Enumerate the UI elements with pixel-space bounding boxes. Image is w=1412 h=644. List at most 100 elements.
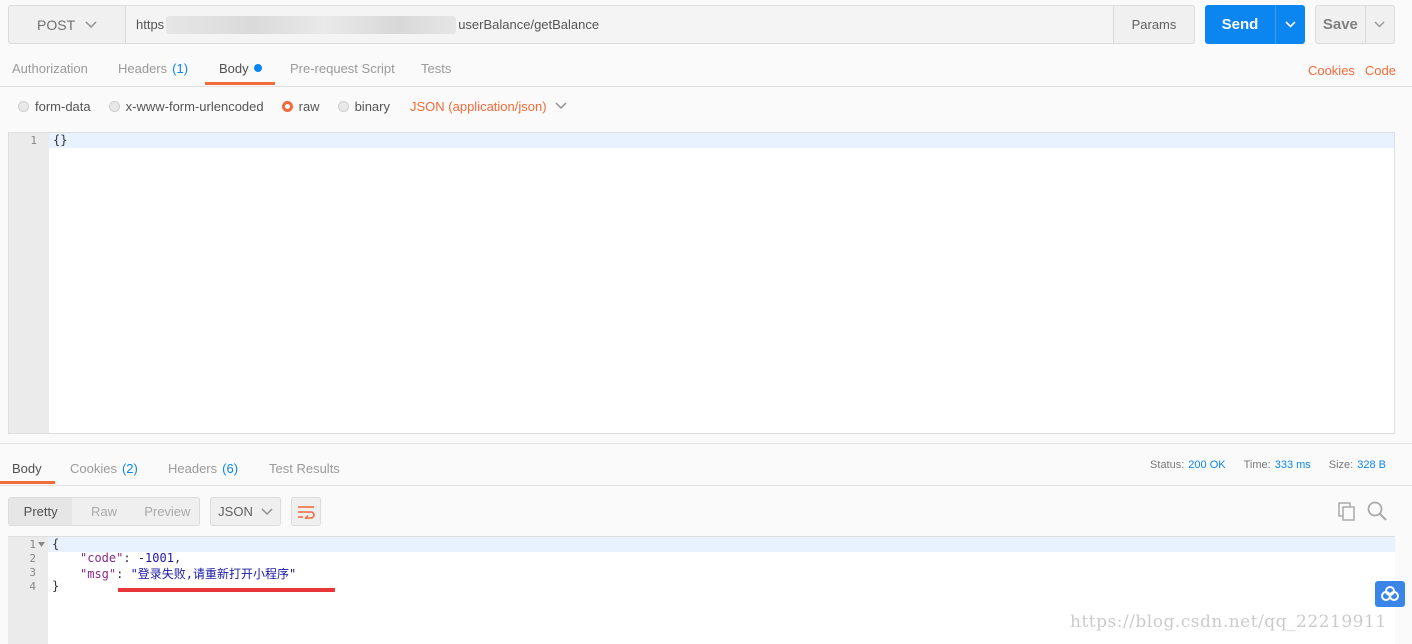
save-dropdown-button[interactable]	[1364, 6, 1394, 43]
radio-icon	[108, 100, 120, 112]
chevron-down-icon	[555, 102, 567, 110]
tab-label: Body	[219, 60, 249, 76]
code-line: {	[52, 537, 60, 551]
status-stat: Status: 200 OK	[1150, 459, 1226, 471]
tab-label: Headers	[168, 460, 218, 476]
active-line-highlight	[48, 537, 1395, 552]
tab-label: Tests	[421, 60, 452, 76]
send-dropdown-button[interactable]	[1275, 5, 1305, 44]
url-prefix: https	[136, 17, 165, 32]
active-line-highlight	[49, 133, 1394, 148]
body-type-selector: form-data x-www-form-urlencoded raw bina…	[18, 94, 567, 118]
json-number: -1001	[137, 551, 174, 565]
status-value: 200 OK	[1188, 459, 1226, 471]
code-link[interactable]: Code	[1365, 63, 1396, 78]
request-links: Cookies Code	[1308, 50, 1396, 90]
json-key: "msg"	[80, 567, 117, 581]
url-redacted-region	[166, 15, 457, 34]
tab-authorization[interactable]: Authorization	[12, 50, 88, 86]
cloud-link-icon	[1381, 586, 1399, 601]
tab-tests[interactable]: Tests	[421, 50, 451, 86]
watermark: https://blog.csdn.net/qq_22219911	[1070, 612, 1387, 632]
tab-label: Body	[12, 460, 42, 476]
time-value: 333 ms	[1274, 459, 1311, 471]
stat-label: Size:	[1328, 459, 1354, 471]
tab-body[interactable]: Body	[219, 50, 262, 86]
method-select[interactable]: POST	[9, 6, 126, 43]
radio-x-www-form-urlencoded[interactable]: x-www-form-urlencoded	[108, 98, 264, 114]
raw-button[interactable]: Raw	[72, 498, 135, 525]
chevron-down-icon	[1285, 21, 1296, 28]
chevron-down-icon	[85, 20, 97, 28]
tab-label: Authorization	[12, 60, 88, 76]
tab-label: Cookies	[70, 460, 117, 476]
tab-label: Headers	[118, 60, 168, 76]
tab-label: Test Results	[269, 460, 340, 476]
pretty-button[interactable]: Pretty	[9, 498, 73, 525]
code-line: "code": -1001,	[80, 551, 182, 565]
stat-label: Time:	[1243, 459, 1271, 471]
tab-headers[interactable]: Headers (1)	[118, 50, 188, 86]
wrap-lines-button[interactable]	[291, 497, 321, 526]
radio-raw[interactable]: raw	[281, 98, 320, 114]
line-number: 4	[29, 580, 36, 593]
tab-pre-request-script[interactable]: Pre-request Script	[290, 50, 395, 86]
line-number: 1	[29, 538, 36, 551]
radio-icon	[337, 100, 349, 112]
save-button[interactable]: Save	[1316, 6, 1365, 43]
chevron-down-icon	[261, 507, 273, 515]
response-format-dropdown[interactable]: JSON	[210, 497, 281, 526]
send-button[interactable]: Send	[1205, 5, 1275, 44]
active-tab-indicator	[0, 481, 55, 484]
content-type-dropdown[interactable]: JSON (application/json)	[410, 99, 567, 114]
stat-label: Status:	[1150, 459, 1185, 471]
send-button-group: Send	[1205, 5, 1305, 44]
line-number: 1	[30, 134, 37, 147]
response-tab-headers[interactable]: Headers (6)	[168, 450, 238, 486]
params-button[interactable]: Params	[1113, 6, 1194, 43]
radio-binary[interactable]: binary	[337, 99, 390, 114]
radio-form-data[interactable]: form-data	[18, 99, 91, 114]
fold-caret-icon[interactable]	[38, 542, 45, 547]
annotation-underline	[118, 588, 335, 592]
size-stat: Size: 328 B	[1329, 459, 1386, 471]
search-icon[interactable]	[1366, 500, 1388, 522]
chevron-down-icon	[1374, 21, 1385, 28]
radio-selected-icon	[281, 100, 293, 112]
request-body-editor[interactable]: 1 {}	[8, 132, 1395, 434]
radio-label: raw	[298, 98, 320, 114]
line-number: 2	[29, 552, 36, 565]
line-number: 3	[29, 566, 36, 579]
active-tab-indicator	[205, 82, 275, 85]
code-line: }	[52, 579, 60, 593]
size-value: 328 B	[1357, 459, 1386, 471]
url-suffix: userBalance/getBalance	[458, 17, 600, 32]
postman-window: POST https userBalance/getBalance Params…	[0, 0, 1412, 644]
radio-icon	[18, 100, 29, 112]
content-type-label: JSON (application/json)	[410, 98, 547, 114]
response-view-toggle: Pretty Raw Preview	[8, 497, 200, 526]
save-button-group: Save	[1315, 5, 1395, 44]
time-stat: Time: 333 ms	[1244, 459, 1311, 471]
cookies-count-badge: (2)	[121, 460, 138, 476]
url-input[interactable]: https userBalance/getBalance	[126, 6, 1113, 43]
json-key: "code"	[80, 551, 124, 565]
format-label: JSON	[218, 504, 253, 519]
tab-label: Pre-request Script	[290, 60, 395, 76]
preview-button[interactable]: Preview	[136, 498, 199, 525]
headers-count-badge: (1)	[172, 60, 189, 76]
method-label: POST	[37, 16, 76, 33]
response-tab-test-results[interactable]: Test Results	[269, 450, 340, 486]
floating-widget-button[interactable]	[1375, 581, 1405, 607]
modified-dot-icon	[253, 64, 262, 72]
section-divider	[0, 443, 1412, 444]
response-stats: Status: 200 OK Time: 333 ms Size: 328 B	[1150, 450, 1386, 480]
json-string: "登录失败,请重新打开小程序"	[130, 567, 297, 581]
cookies-link[interactable]: Cookies	[1308, 63, 1355, 78]
copy-icon[interactable]	[1336, 500, 1358, 522]
headers-count-badge: (6)	[222, 460, 239, 476]
response-tab-cookies[interactable]: Cookies (2)	[70, 450, 138, 486]
radio-label: x-www-form-urlencoded	[125, 98, 264, 114]
wrap-lines-icon	[298, 505, 315, 519]
request-url-bar: POST https userBalance/getBalance Params	[8, 5, 1195, 44]
